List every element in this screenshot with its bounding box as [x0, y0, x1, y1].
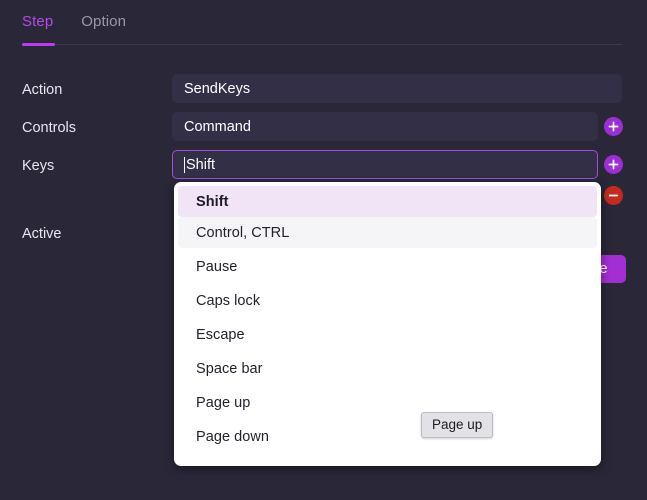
dropdown-item-shift[interactable]: Shift [178, 186, 597, 217]
plus-icon [608, 159, 619, 170]
dropdown-item-escape[interactable]: Escape [178, 319, 597, 350]
controls-input[interactable]: Command [172, 112, 598, 141]
dropdown-item-page-down[interactable]: Page down [178, 421, 597, 452]
tooltip: Page up [421, 412, 494, 438]
label-keys: Keys [22, 158, 55, 174]
plus-icon [608, 121, 619, 132]
dropdown-item-caps-lock[interactable]: Caps lock [178, 285, 597, 316]
action-input[interactable]: SendKeys [172, 74, 622, 103]
keys-input[interactable]: Shift [172, 150, 598, 179]
keys-suggestion-dropdown[interactable]: Shift Control, CTRL Pause Caps lock Esca… [174, 182, 601, 466]
keys-input-value: Shift [186, 156, 216, 173]
add-controls-button[interactable] [604, 117, 623, 136]
label-action: Action [22, 82, 63, 98]
add-keys-button[interactable] [604, 155, 623, 174]
minus-icon [608, 194, 619, 197]
label-controls: Controls [22, 120, 76, 136]
dropdown-item-pause[interactable]: Pause [178, 251, 597, 282]
text-caret [184, 156, 185, 173]
label-active: Active [22, 226, 62, 242]
dropdown-item-space-bar[interactable]: Space bar [178, 353, 597, 384]
dropdown-item-page-up[interactable]: Page up [178, 387, 597, 418]
remove-keys-button[interactable] [604, 186, 623, 205]
dropdown-item-control[interactable]: Control, CTRL [178, 217, 597, 248]
